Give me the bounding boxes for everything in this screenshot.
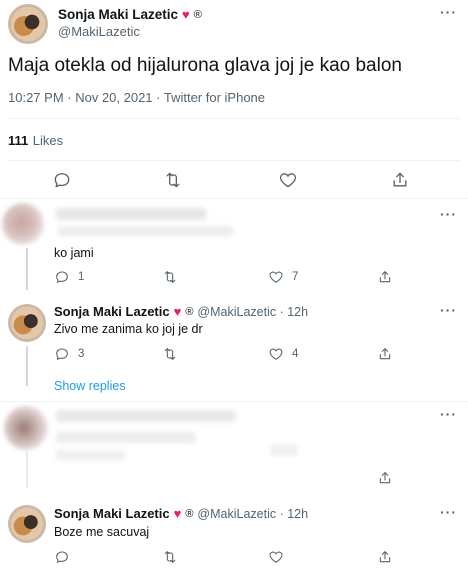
heart-emoji: ♥	[182, 7, 190, 22]
divider	[8, 160, 460, 161]
divider	[0, 401, 468, 402]
retweet-icon	[164, 551, 176, 563]
reply-avatar[interactable]	[8, 304, 46, 342]
likes-stat[interactable]: 111 Likes	[8, 132, 63, 150]
like-icon	[269, 271, 283, 283]
like-icon	[269, 551, 283, 563]
reply-text: Zivo me zanima ko joj je dr	[54, 322, 203, 336]
heart-emoji: ♥	[173, 506, 182, 521]
reply-button[interactable]	[52, 170, 72, 195]
like-button[interactable]: 7	[268, 269, 298, 285]
reply-count: 1	[78, 271, 85, 283]
action-bar-blurred	[270, 444, 298, 456]
share-icon	[379, 271, 391, 283]
author-name[interactable]: Sonja Maki Lazetic	[58, 7, 178, 22]
author-handle[interactable]: @MakiLazetic	[58, 24, 140, 39]
like-icon	[279, 173, 297, 188]
reply-author-blurred[interactable]	[56, 410, 236, 422]
retweet-icon	[164, 271, 176, 283]
registered-mark: ®	[185, 507, 194, 520]
share-button[interactable]	[377, 346, 393, 367]
registered-mark: ®	[193, 8, 202, 21]
reply-meta-blurred	[58, 226, 233, 236]
reply-icon	[54, 173, 70, 188]
reply-button[interactable]: 1	[54, 269, 84, 285]
more-icon[interactable]: ···	[440, 302, 457, 318]
reply-icon	[56, 551, 68, 563]
retweet-button[interactable]	[163, 170, 183, 195]
retweet-button[interactable]	[162, 269, 178, 290]
thread-line	[26, 346, 28, 386]
like-button[interactable]	[278, 170, 298, 195]
tweet-timestamp[interactable]: 10:27 PM · Nov 20, 2021 · Twitter for iP…	[8, 90, 265, 105]
more-icon[interactable]: ···	[440, 504, 457, 520]
reply-author-name[interactable]: Sonja Maki Lazetic	[54, 506, 170, 521]
share-button[interactable]	[377, 470, 393, 491]
thread-line	[26, 452, 28, 488]
reply-header[interactable]: Sonja Maki Lazetic ♥ ® @MakiLazetic · 12…	[54, 304, 308, 319]
divider	[0, 198, 468, 199]
author-avatar[interactable]	[8, 4, 48, 44]
retweet-button[interactable]	[162, 549, 178, 570]
reply-button[interactable]: 3	[54, 346, 84, 362]
share-button[interactable]	[390, 170, 410, 195]
reply-header[interactable]: Sonja Maki Lazetic ♥ ® @MakiLazetic · 12…	[54, 506, 308, 521]
retweet-button[interactable]	[162, 346, 178, 367]
reply-avatar-blurred[interactable]	[2, 203, 44, 245]
tweet-text: Maja otekla od hijalurona glava joj je k…	[8, 55, 402, 76]
reply-text-blurred	[56, 432, 196, 443]
like-icon	[269, 348, 283, 360]
like-count: 7	[292, 271, 299, 283]
registered-mark: ®	[185, 305, 194, 318]
share-icon	[379, 348, 391, 360]
share-button[interactable]	[377, 269, 393, 290]
likes-count: 111	[8, 133, 29, 148]
reply-icon	[56, 348, 68, 360]
more-icon[interactable]: ···	[440, 206, 457, 222]
more-icon[interactable]: ···	[440, 406, 457, 422]
reply-text: Boze me sacuvaj	[54, 525, 150, 539]
retweet-icon	[166, 172, 180, 188]
share-icon	[379, 472, 391, 484]
reply-button[interactable]	[54, 549, 70, 570]
more-icon[interactable]: ···	[440, 4, 457, 20]
reply-author-blurred[interactable]	[56, 208, 206, 220]
retweet-icon	[164, 348, 176, 360]
reply-author-meta[interactable]: @MakiLazetic · 12h	[197, 507, 308, 521]
reply-author-meta[interactable]: @MakiLazetic · 12h	[197, 305, 308, 319]
reply-count: 3	[78, 348, 85, 360]
author-name-row[interactable]: Sonja Maki Lazetic ♥ ®	[58, 7, 202, 22]
like-count: 4	[292, 348, 299, 360]
reply-icon	[56, 271, 68, 283]
likes-label: Likes	[32, 133, 64, 148]
reply-avatar[interactable]	[8, 505, 46, 543]
reply-author-name[interactable]: Sonja Maki Lazetic	[54, 304, 170, 319]
reply-avatar-blurred[interactable]	[4, 406, 48, 450]
share-button[interactable]	[377, 549, 393, 570]
thread-line	[26, 248, 28, 290]
like-button[interactable]: 4	[268, 346, 298, 362]
heart-emoji: ♥	[173, 304, 182, 319]
reply-text-blurred	[56, 450, 126, 460]
share-icon	[379, 551, 391, 563]
share-icon	[393, 172, 407, 187]
divider	[8, 118, 460, 119]
reply-text: ko jami	[54, 246, 94, 260]
like-button[interactable]	[268, 549, 284, 570]
show-replies-link[interactable]: Show replies	[54, 379, 126, 393]
